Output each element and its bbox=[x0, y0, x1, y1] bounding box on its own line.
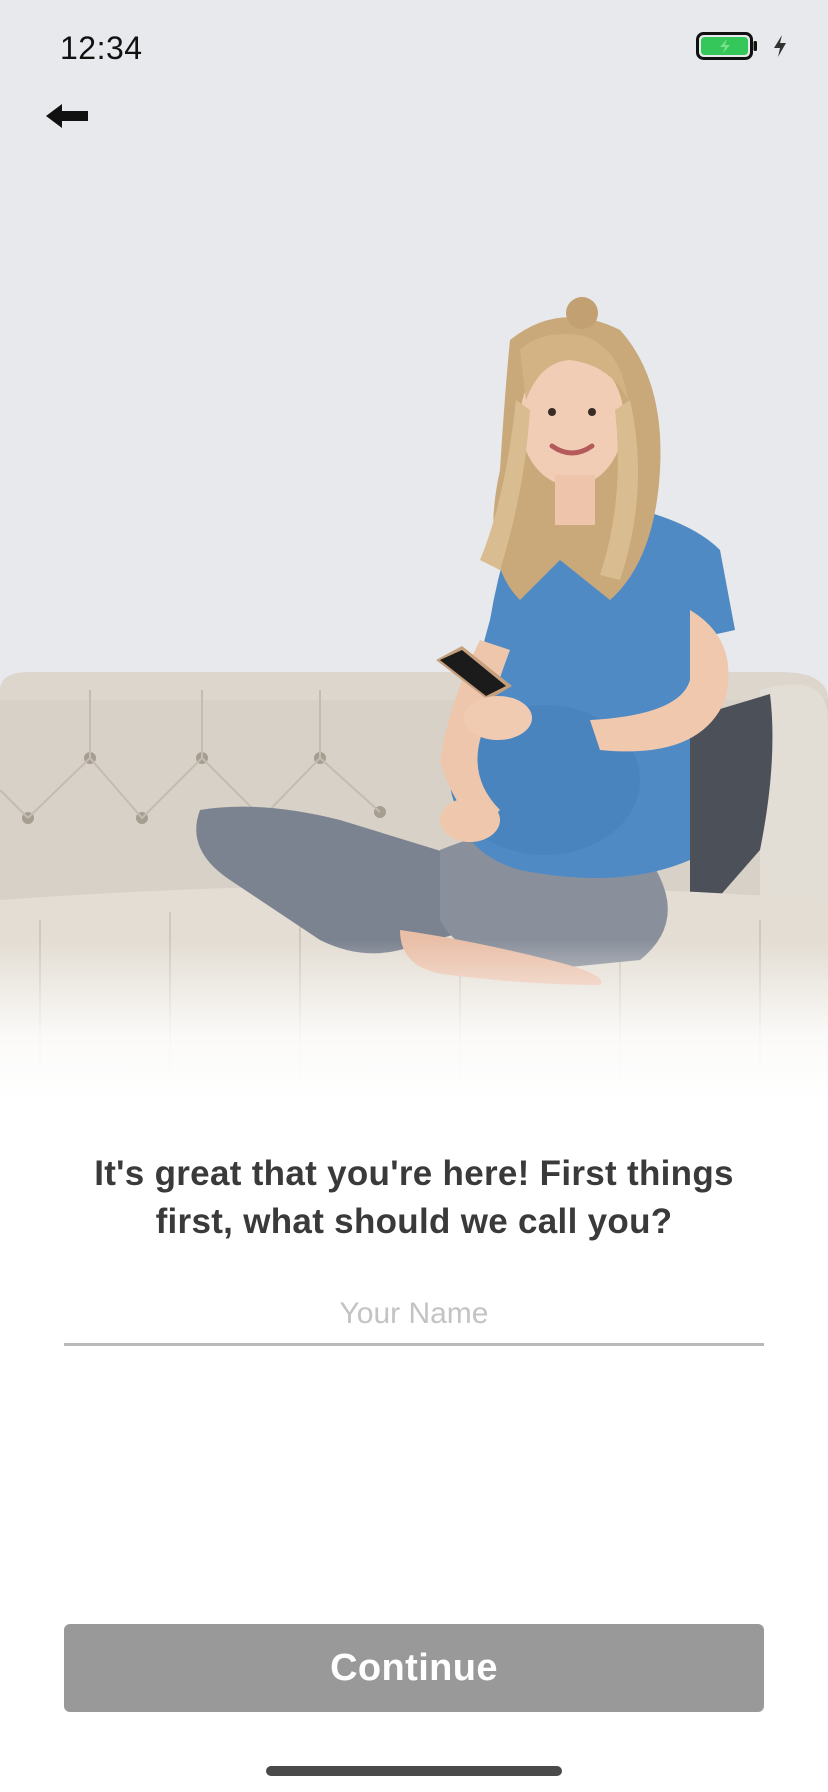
back-button[interactable] bbox=[38, 90, 98, 142]
name-input[interactable] bbox=[64, 1284, 764, 1346]
onboarding-name-screen: 12:34 It's great that you're here! First… bbox=[0, 0, 828, 1792]
hero-fade-overlay bbox=[0, 940, 828, 1100]
status-time: 12:34 bbox=[60, 30, 143, 66]
hero-photo bbox=[0, 0, 828, 1100]
charging-bolt-icon bbox=[772, 34, 788, 58]
battery-charging-icon bbox=[696, 32, 758, 60]
continue-button[interactable]: Continue bbox=[64, 1624, 764, 1712]
home-indicator bbox=[266, 1766, 562, 1776]
arrow-left-icon bbox=[38, 90, 98, 142]
onboarding-prompt: It's great that you're here! First thing… bbox=[94, 1154, 734, 1241]
status-bar: 12:34 bbox=[0, 0, 828, 96]
